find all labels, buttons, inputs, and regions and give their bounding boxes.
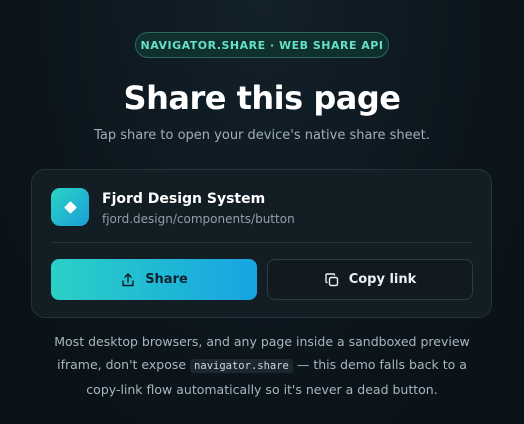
api-badge-label: NAVIGATOR.SHARE · WEB SHARE API	[140, 38, 384, 52]
app-url: fjord.design/components/button	[102, 212, 295, 226]
card-divider	[51, 242, 472, 243]
share-button[interactable]: Share	[51, 259, 257, 300]
page-subtitle: Tap share to open your device's native s…	[94, 128, 430, 143]
api-badge: NAVIGATOR.SHARE · WEB SHARE API	[135, 32, 389, 58]
diamond-logo-icon	[51, 188, 89, 226]
share-button-label: Share	[145, 272, 188, 287]
copy-icon	[324, 272, 340, 288]
app-name: Fjord Design System	[102, 191, 266, 207]
copy-link-button[interactable]: Copy link	[267, 259, 473, 300]
fallback-note-code: navigator.share	[190, 359, 293, 373]
share-card: Fjord Design System fjord.design/compone…	[31, 169, 492, 318]
copy-link-button-label: Copy link	[348, 272, 417, 287]
page-title: Share this page	[123, 79, 401, 117]
fallback-note: Most desktop browsers, and any page insi…	[50, 330, 474, 401]
share-upload-icon	[120, 272, 136, 288]
